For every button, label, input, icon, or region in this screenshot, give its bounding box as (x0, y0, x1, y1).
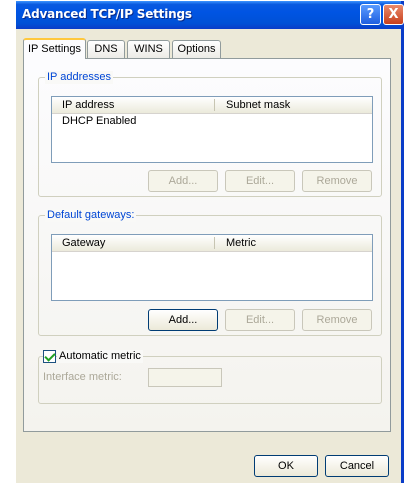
column-ip-address[interactable]: IP address (52, 97, 114, 113)
column-metric[interactable]: Metric (216, 235, 256, 251)
gateways-header: Gateway Metric (52, 235, 372, 252)
automatic-metric-label[interactable]: Automatic metric (57, 350, 143, 363)
column-gateway[interactable]: Gateway (52, 235, 105, 251)
interface-metric-label: Interface metric: (43, 371, 122, 383)
ip-addresses-group: IP addresses IP address Subnet mask DHCP… (38, 71, 382, 197)
help-button[interactable]: ? (360, 4, 381, 25)
list-item[interactable]: DHCP Enabled (62, 115, 136, 127)
automatic-metric-checkbox[interactable] (43, 350, 56, 363)
default-gateways-label: Default gateways: (45, 209, 137, 222)
title-bar[interactable]: Advanced TCP/IP Settings ? X (16, 1, 404, 29)
cancel-button[interactable]: Cancel (325, 455, 389, 477)
default-gateways-group: Default gateways: Gateway Metric Add... … (38, 209, 382, 336)
tab-wins[interactable]: WINS (127, 40, 170, 58)
ok-button[interactable]: OK (254, 455, 318, 477)
gateway-remove-button[interactable]: Remove (302, 309, 372, 331)
ip-addresses-list[interactable]: IP address Subnet mask DHCP Enabled (51, 96, 373, 163)
gateway-add-button[interactable]: Add... (148, 309, 218, 331)
gateway-edit-button[interactable]: Edit... (225, 309, 295, 331)
gateways-list[interactable]: Gateway Metric (51, 234, 373, 301)
advanced-tcpip-dialog: Advanced TCP/IP Settings ? X IP Settings… (16, 1, 404, 483)
automatic-metric-group: Automatic metric Interface metric: (38, 350, 382, 404)
tab-dns[interactable]: DNS (87, 40, 125, 58)
window-title: Advanced TCP/IP Settings (22, 7, 192, 21)
close-icon: X (388, 7, 399, 22)
help-icon: ? (366, 7, 375, 22)
column-separator[interactable] (214, 99, 215, 111)
ip-settings-panel: IP addresses IP address Subnet mask DHCP… (23, 58, 391, 432)
column-separator[interactable] (214, 237, 215, 249)
ip-addresses-header: IP address Subnet mask (52, 97, 372, 114)
interface-metric-input[interactable] (148, 368, 222, 387)
close-button[interactable]: X (383, 4, 404, 25)
ip-edit-button[interactable]: Edit... (225, 170, 295, 192)
ip-add-button[interactable]: Add... (148, 170, 218, 192)
ip-remove-button[interactable]: Remove (302, 170, 372, 192)
column-subnet-mask[interactable]: Subnet mask (216, 97, 290, 113)
tab-options[interactable]: Options (172, 40, 221, 58)
ip-addresses-label: IP addresses (45, 71, 114, 84)
tab-ip-settings[interactable]: IP Settings (23, 38, 86, 59)
